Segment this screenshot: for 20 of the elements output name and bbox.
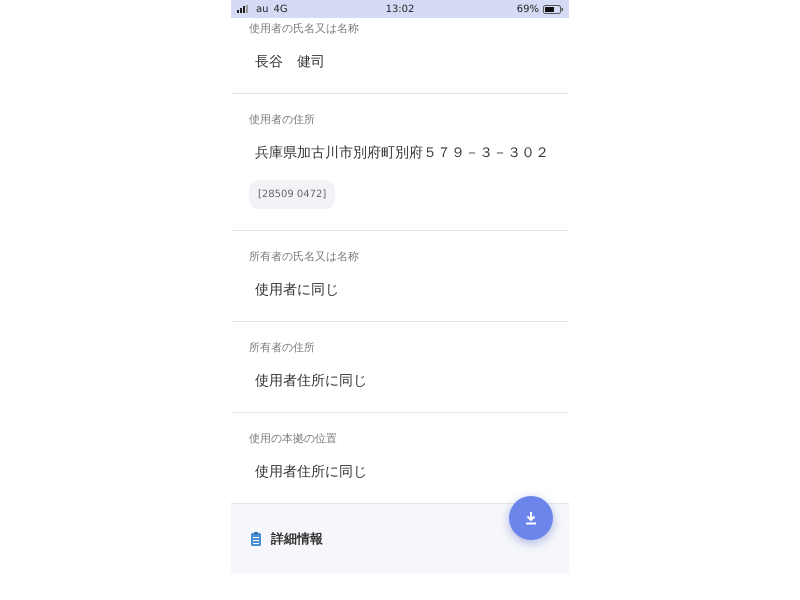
clipboard-icon: [251, 532, 261, 546]
details-title: 詳細情報: [271, 531, 323, 548]
field-label: 所有者の氏名又は名称: [249, 250, 359, 264]
field-label: 使用者の住所: [249, 113, 315, 127]
battery-icon: [543, 4, 563, 14]
clock-time: 13:02: [386, 4, 414, 14]
field-value: 使用者住所に同じ: [255, 372, 367, 391]
download-icon: [523, 510, 539, 526]
carrier-name: au: [256, 4, 268, 14]
field-label: 使用の本拠の位置: [249, 432, 337, 446]
battery-percent: 69%: [516, 4, 539, 14]
field-value: 使用者住所に同じ: [255, 463, 367, 482]
field-label: 所有者の住所: [249, 341, 315, 355]
field-value: 兵庫県加古川市別府町別府５７９－３－３０２: [255, 144, 549, 163]
network-type: 4G: [273, 4, 288, 14]
code-tag: [28509 0472]: [249, 180, 336, 209]
signal-icon: [237, 5, 251, 13]
field-label: 使用者の氏名又は名称: [249, 22, 359, 36]
field-value: 長谷 健司: [255, 53, 325, 72]
field-value: 使用者に同じ: [255, 281, 339, 300]
